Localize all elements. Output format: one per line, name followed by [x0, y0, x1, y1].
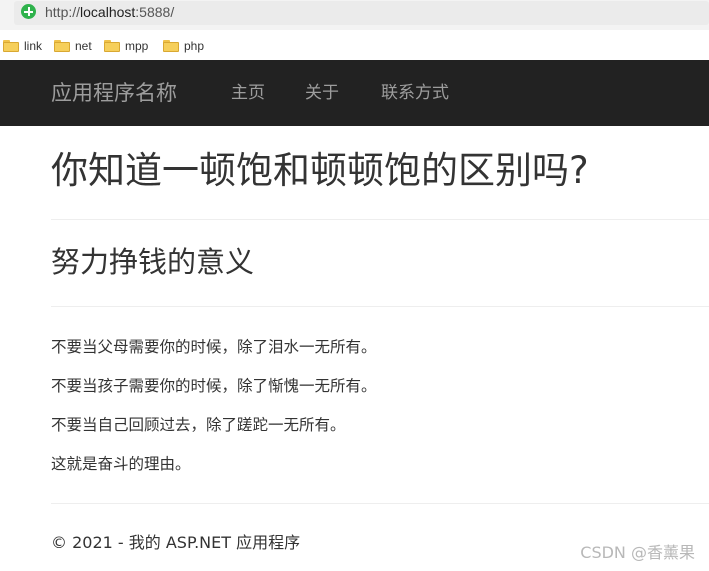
url-text[interactable]: http://localhost:5888/ [45, 3, 174, 21]
bookmark-mpp[interactable]: mpp [104, 38, 148, 54]
navbar-brand[interactable]: 应用程序名称 [51, 80, 177, 106]
footer-copyright: © 2021 - 我的 ASP.NET 应用程序 [51, 533, 301, 552]
divider [51, 219, 709, 220]
bookmarks-bar: link net mpp php [0, 30, 709, 60]
nav-link-contact[interactable]: 联系方式 [381, 82, 449, 104]
divider [51, 306, 709, 307]
section-heading: 努力挣钱的意义 [51, 245, 255, 279]
folder-icon [163, 40, 179, 52]
bookmark-label: link [24, 39, 43, 53]
paragraph: 不要当自己回顾过去，除了蹉跎一无所有。 [51, 416, 346, 434]
watermark: CSDN @香薰果 [580, 543, 695, 562]
folder-icon [104, 40, 120, 52]
url-host: localhost [80, 4, 136, 20]
bookmark-label: net [75, 39, 92, 53]
folder-icon [54, 40, 70, 52]
browser-address-bar: http://localhost:5888/ [0, 0, 709, 30]
bookmark-link[interactable]: link [3, 38, 42, 54]
bookmark-net[interactable]: net [54, 38, 92, 54]
site-info-icon[interactable] [21, 4, 36, 19]
nav-link-home[interactable]: 主页 [231, 82, 265, 104]
bookmark-php[interactable]: php [163, 38, 204, 54]
bookmark-label: php [184, 39, 205, 53]
url-prefix: http:// [45, 4, 81, 20]
top-navbar: 应用程序名称 主页 关于 联系方式 [0, 60, 709, 126]
paragraph: 不要当父母需要你的时候，除了泪水一无所有。 [51, 338, 377, 356]
paragraph: 不要当孩子需要你的时候，除了惭愧一无所有。 [51, 377, 377, 395]
url-rest: :5888/ [135, 4, 175, 20]
footer-divider [51, 503, 709, 504]
nav-link-about[interactable]: 关于 [305, 82, 339, 104]
folder-icon [3, 40, 19, 52]
page-title: 你知道一顿饱和顿顿饱的区别吗? [51, 149, 589, 192]
bookmark-label: mpp [125, 39, 149, 53]
paragraph: 这就是奋斗的理由。 [51, 455, 191, 473]
